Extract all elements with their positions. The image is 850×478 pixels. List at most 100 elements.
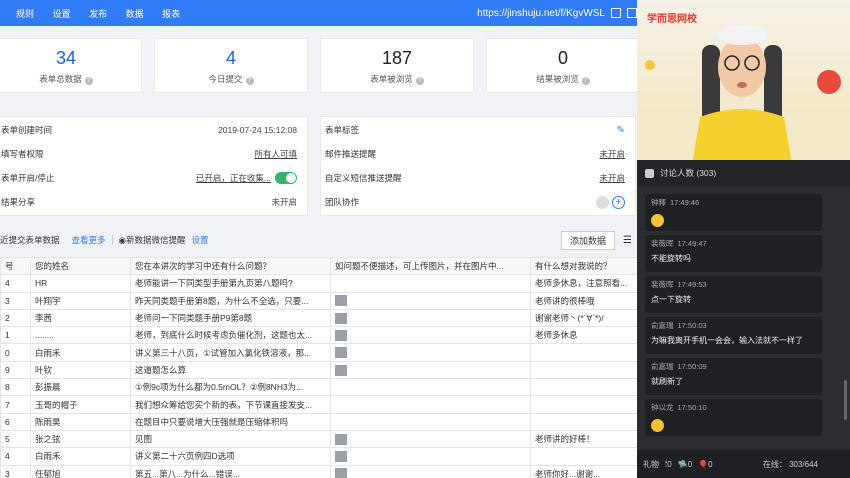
row-name: 叶钦 [30,360,131,380]
chat-time: 17:49:47 [677,239,707,248]
image-thumbnail[interactable] [335,451,347,463]
info-label: 团队协作 [325,197,360,207]
table-row[interactable]: 0 白雨禾 讲义第三十八页，①试管加入氯化铁溶液，那... [0,343,637,362]
image-thumbnail[interactable] [335,433,347,445]
table-row[interactable]: 9 叶钦 这道题怎么算 [0,360,637,380]
chat-meta: 裴薇晖 17:49:53 [651,279,816,290]
info-value[interactable]: 未开启 [271,196,297,208]
table-row[interactable]: 6 陈雨昊 在题目中只要说增大压强就是压缩体积吗 [0,412,637,431]
image-thumbnail[interactable] [335,312,347,324]
row-image [330,360,531,380]
nav-rules[interactable]: 规则 [16,9,34,19]
add-collaborator-icon[interactable]: + [612,195,625,209]
info-row: 填写者权限 所有人可填 [0,143,307,165]
nav-publish[interactable]: 发布 [89,9,107,19]
form-open-toggle[interactable] [275,172,297,185]
list-menu-icon[interactable]: ☰ [623,235,633,246]
row-question: ①例9c项为什么都为0.5mOL？②例8NH3为... [130,378,331,397]
gift-label: 礼物 [643,459,659,469]
column-header[interactable]: 如问题不便描述，可上传图片，并在图片中... [330,256,531,276]
stats-row: 34 表单总数据? 4 今日提交? 187 表单被浏览? 0 结果被浏览? [0,38,637,93]
row-name: 任郁旭 [30,464,131,478]
share-url[interactable]: https://jinshuju.net/f/KgvWSL [477,8,605,19]
image-thumbnail[interactable] [335,329,347,341]
nav-menu: 规则 设置 发布 数据 报表 [16,7,196,20]
gift-icon[interactable]: 🛸 [678,460,688,469]
stat-result-views: 0 结果被浏览? [486,38,637,93]
row-image [330,326,531,345]
section-title: 近提交表单数据 [0,235,60,245]
nav-settings[interactable]: 设置 [53,9,71,19]
row-id: 3 [0,291,31,310]
chat-scrollbar[interactable] [844,380,847,420]
info-row: 自定义短信推送提醒 未开启 [321,167,635,189]
edit-pencil-icon[interactable]: ✎ [617,125,625,136]
row-name: ........ [30,326,131,345]
row-message [530,360,637,380]
status-link[interactable]: 已开启，正在收集... [196,173,271,183]
row-name: HR [30,274,131,293]
row-question: 老师能讲一下同类型手册第九页第八题吗? [130,274,331,293]
wechat-notify-label[interactable]: 新数据微信提醒 [126,234,186,246]
image-thumbnail[interactable] [335,364,347,376]
image-thumbnail[interactable] [335,295,347,307]
row-id: 1 [0,326,31,345]
table-row[interactable]: 1........ 老师，到底什么时候考虑负催化剂，这题也太... 老师多休息 [0,326,637,345]
table-row[interactable]: 4 HR 老师能讲一下同类型手册第九页第八题吗? 老师多休息，注意照看... [0,274,637,293]
image-thumbnail[interactable] [335,468,347,478]
column-header[interactable]: 您的姓名 [30,256,131,276]
table-row[interactable]: 4 白雨禾 讲义第二十六页例四D选项 [0,447,637,466]
online-count: 在线： 303/644 [762,459,818,469]
row-image [330,429,531,449]
row-image [330,291,531,310]
stat-result-views-label: 结果被浏览 [536,74,579,84]
row-question: 老师问一下同类题手册P9第8题 [130,308,331,328]
row-message [530,378,637,397]
table-row[interactable]: 7 玉哥的帽子 我们想众筹给您买个新的表，下节课直接发支... [0,395,637,414]
stat-views: 187 表单被浏览? [320,38,474,93]
info-row: 表单创建时间 2019-07-24 15:12:08 [0,119,307,141]
column-header[interactable]: 号 [0,256,31,276]
view-more-link[interactable]: 查看更多 [72,234,106,246]
permission-link[interactable]: 所有人可填 [254,148,297,160]
chat-user: 俞嘉瑞 [651,362,674,371]
nav-data[interactable]: 数据 [126,9,144,19]
table-row[interactable]: 2 李茜 老师问一下同类题手册P9第8题 谢谢老师丶(*´∀`*)/ [0,308,637,328]
help-icon[interactable]: ? [84,77,93,85]
row-message [530,447,637,466]
help-icon[interactable]: ? [581,77,590,85]
email-push-link[interactable]: 未开启 [599,148,625,160]
info-row: 团队协作 + [321,191,635,213]
row-id: 8 [0,378,31,397]
info-row: 邮件推送提醒 未开启 [321,143,635,165]
add-data-button[interactable]: 添加数据 [560,230,615,250]
settings-link[interactable]: 设置 [191,234,208,246]
column-header[interactable]: 有什么想对我说的？ [530,256,637,276]
decor-dot [817,70,841,94]
info-label: 自定义短信推送提醒 [325,173,402,183]
qrcode-icon[interactable] [627,8,637,18]
brand-logo: 学而思网校 [647,14,697,25]
help-icon[interactable]: ? [245,77,254,85]
copy-icon[interactable] [611,8,621,18]
sms-push-link[interactable]: 未开启 [599,172,625,184]
column-header[interactable]: 您在本讲次的学习中还有什么问题？ [130,256,331,276]
table-row[interactable]: 3 任郁旭 第五...第八...为什么...错误... 老师你好...谢谢... [0,464,637,478]
help-icon[interactable]: ? [415,77,424,85]
chat-icon [645,168,654,178]
row-question: 昨天同类题手册第8题，为什么不全选，只要... [130,291,331,310]
table-row[interactable]: 3 叶翔宇 昨天同类题手册第8题，为什么不全选，只要... 老师讲的很棒哦 [0,291,637,310]
chat-message: 钟以龙 17:50:10 [645,399,822,436]
gift-icon[interactable]: 🎈 [698,460,708,469]
table-row[interactable]: 5 张之弦 见图 老师讲的好棒！ [0,429,637,449]
nav-report[interactable]: 报表 [162,9,180,19]
stat-total-label: 表单总数据 [39,74,82,84]
table-row[interactable]: 8 彭振晨 ①例9c项为什么都为0.5mOL？②例8NH3为... [0,378,637,397]
row-message: 老师多休息 [530,326,637,345]
image-thumbnail[interactable] [335,347,347,359]
info-label: 邮件推送提醒 [325,149,377,159]
gift-count: 0 [708,459,713,469]
table-header-row: 号 您的姓名 您在本讲次的学习中还有什么问题？ 如问题不便描述，可上传图片，并在… [0,256,637,276]
stat-today-value: 4 [225,48,236,68]
row-name: 陈雨昊 [30,412,131,431]
